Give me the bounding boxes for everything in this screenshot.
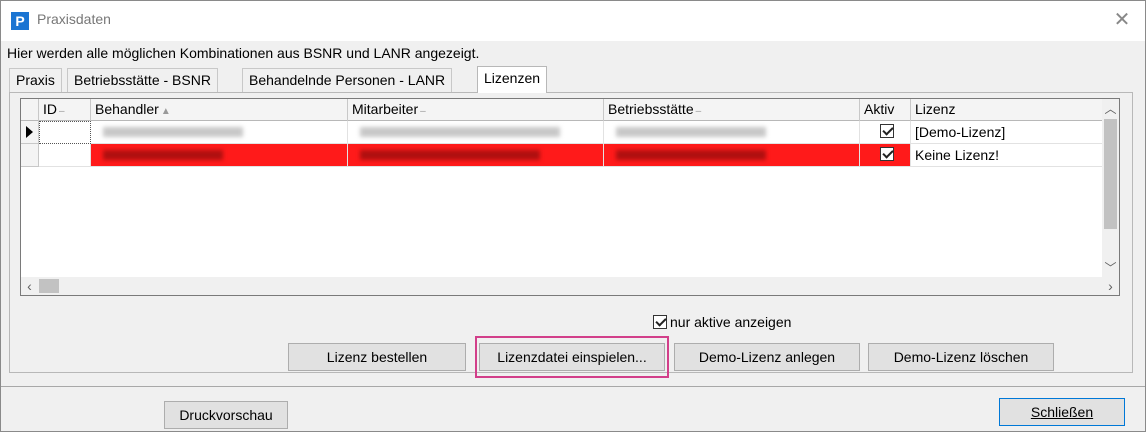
sort-indicator-icon: – <box>695 106 702 117</box>
cell-id[interactable] <box>39 121 91 144</box>
column-label-aktiv: Aktiv <box>864 101 895 117</box>
cell-betriebsstaette[interactable] <box>604 121 860 144</box>
info-text: Hier werden alle möglichen Kombinationen… <box>7 45 480 61</box>
tab-lizenzen[interactable]: Lizenzen <box>477 66 548 93</box>
demo-lizenz-anlegen-button[interactable]: Demo-Lizenz anlegen <box>674 343 860 371</box>
cell-betriebsstaette[interactable] <box>604 144 860 167</box>
scroll-down-icon[interactable]: ﹀ <box>1102 260 1119 277</box>
vertical-scroll-thumb[interactable] <box>1104 119 1117 229</box>
column-label-id: ID <box>43 101 57 117</box>
cell-aktiv[interactable] <box>860 144 911 167</box>
column-header-behandler[interactable]: Behandler ▲ <box>91 99 348 121</box>
druckvorschau-button[interactable]: Druckvorschau <box>164 401 288 429</box>
schliessen-button[interactable]: Schließen <box>999 398 1125 426</box>
license-grid: ID – Behandler ▲ Mitarbeiter – Betriebsstät… <box>20 98 1120 296</box>
column-header-id[interactable]: ID – <box>39 99 91 121</box>
lizenzen-panel: ID – Behandler ▲ Mitarbeiter – Betriebsstät… <box>9 92 1133 373</box>
column-label-behandler: Behandler <box>95 101 159 117</box>
column-header-betriebsstaette[interactable]: Betriebsstätte – <box>604 99 860 121</box>
lizenz-bestellen-button[interactable]: Lizenz bestellen <box>288 343 466 371</box>
scroll-right-icon[interactable]: › <box>1102 277 1119 295</box>
header-row-selector <box>21 99 39 121</box>
horizontal-scrollbar[interactable]: ‹ › <box>21 277 1119 295</box>
redacted-text <box>103 127 243 137</box>
window-title: Praxisdaten <box>37 11 111 27</box>
column-header-lizenz[interactable]: Lizenz <box>911 99 1104 121</box>
scroll-left-icon[interactable]: ‹ <box>21 277 38 295</box>
column-header-mitarbeiter[interactable]: Mitarbeiter – <box>348 99 604 121</box>
cell-aktiv[interactable] <box>860 121 911 144</box>
sort-indicator-icon: – <box>420 106 426 117</box>
aktiv-checkbox[interactable] <box>880 147 894 161</box>
sort-ascending-icon: ▲ <box>160 106 171 117</box>
close-icon[interactable]: ✕ <box>1109 7 1135 33</box>
schliessen-label: Schließen <box>1030 404 1094 420</box>
cell-mitarbeiter[interactable] <box>348 144 604 167</box>
current-row-pointer-icon <box>26 126 33 138</box>
redacted-text <box>103 150 223 160</box>
row-selector[interactable] <box>21 121 39 144</box>
horizontal-scroll-thumb[interactable] <box>39 279 59 293</box>
column-header-aktiv[interactable]: Aktiv <box>860 99 911 121</box>
cell-mitarbeiter[interactable] <box>348 121 604 144</box>
column-label-lizenz: Lizenz <box>915 101 956 117</box>
lizenzdatei-einspielen-button[interactable]: Lizenzdatei einspielen... <box>479 343 665 371</box>
aktiv-checkbox[interactable] <box>880 124 894 138</box>
tab-praxis[interactable]: Praxis <box>9 68 62 92</box>
column-label-mitarbeiter: Mitarbeiter <box>352 101 419 117</box>
redacted-text <box>616 150 766 160</box>
checkbox-checked-icon[interactable] <box>653 315 667 330</box>
column-label-betriebsstaette: Betriebsstätte <box>608 101 694 117</box>
table-row[interactable]: Keine Lizenz! <box>21 144 1104 167</box>
grid-header: ID – Behandler ▲ Mitarbeiter – Betriebsstät… <box>21 99 1104 121</box>
cell-behandler[interactable] <box>91 121 348 144</box>
cell-lizenz[interactable]: Keine Lizenz! <box>911 144 1104 167</box>
cell-lizenz[interactable]: [Demo-Lizenz] <box>911 121 1104 144</box>
redacted-text <box>616 127 766 137</box>
title-bar: P Praxisdaten ✕ <box>1 1 1145 41</box>
tab-behandelnde-personen-lanr[interactable]: Behandelnde Personen - LANR <box>242 68 453 92</box>
row-selector[interactable] <box>21 144 39 167</box>
demo-lizenz-loeschen-button[interactable]: Demo-Lizenz löschen <box>868 343 1054 371</box>
praxisdaten-dialog: P Praxisdaten ✕ Hier werden alle möglich… <box>0 0 1146 432</box>
table-row[interactable]: [Demo-Lizenz] <box>21 121 1104 144</box>
vertical-scrollbar[interactable]: ︿ ﹀ <box>1102 99 1119 279</box>
app-icon: P <box>11 12 29 30</box>
redacted-text <box>360 150 540 160</box>
scroll-up-icon[interactable]: ︿ <box>1102 101 1119 118</box>
redacted-text <box>360 127 560 137</box>
footer-separator <box>1 386 1145 387</box>
cell-id[interactable] <box>39 144 91 167</box>
tab-betriebsstaette-bsnr[interactable]: Betriebsstätte - BSNR <box>67 68 218 92</box>
cell-behandler[interactable] <box>91 144 348 167</box>
only-active-checkbox[interactable]: nur aktive anzeigen <box>653 313 791 333</box>
sort-indicator-icon: – <box>59 106 65 117</box>
only-active-label: nur aktive anzeigen <box>670 314 792 330</box>
